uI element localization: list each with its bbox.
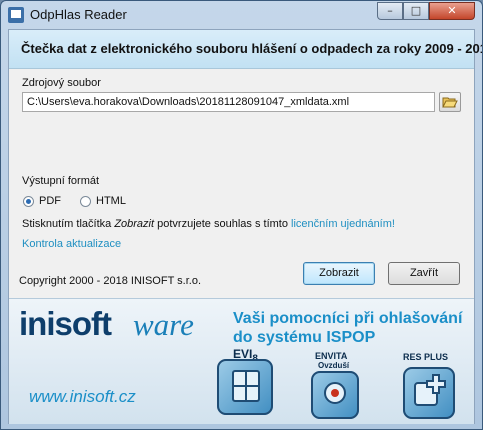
update-check-link[interactable]: Kontrola aktualizace bbox=[22, 238, 121, 250]
license-button-name: Zobrazit bbox=[114, 218, 155, 230]
title-bar[interactable]: OdpHlas Reader – □ ✕ bbox=[1, 1, 482, 29]
license-text: Stisknutím tlačítka Zobrazit potvrzujete… bbox=[22, 218, 395, 230]
window-title: OdpHlas Reader bbox=[30, 7, 127, 22]
app-window: OdpHlas Reader – □ ✕ Čtečka dat z elektr… bbox=[0, 0, 483, 430]
source-file-label: Zdrojový soubor bbox=[22, 77, 101, 89]
dialog-body: Čtečka dat z elektronického souboru hláš… bbox=[8, 29, 482, 424]
inisoft-logo-text: inisoft bbox=[19, 305, 112, 342]
resplus-label: RES PLUS bbox=[403, 352, 449, 362]
pdf-radio[interactable] bbox=[23, 196, 34, 207]
ware-logo-text: ware bbox=[133, 307, 194, 342]
slogan-line-1: Vaši pomocníci při ohlašování bbox=[233, 310, 463, 327]
envita-label: ENVITA bbox=[315, 351, 348, 361]
resplus-product-icon[interactable] bbox=[403, 367, 455, 419]
website-url[interactable]: www.inisoft.cz bbox=[29, 387, 136, 407]
envita-product-icon[interactable] bbox=[311, 371, 359, 419]
show-button[interactable]: Zobrazit bbox=[303, 262, 375, 285]
license-link[interactable]: licenčním ujednáním! bbox=[291, 218, 395, 230]
ovzdusi-label: Ovzduší bbox=[318, 361, 350, 370]
folder-open-icon bbox=[442, 97, 458, 108]
evi-grid-icon bbox=[232, 370, 260, 402]
header-title: Čtečka dat z elektronického souboru hláš… bbox=[21, 41, 483, 56]
output-format-label: Výstupní formát bbox=[22, 175, 100, 187]
slogan: Vaši pomocníci při ohlašování do systému… bbox=[233, 309, 462, 347]
close-button[interactable]: Zavřít bbox=[388, 262, 460, 285]
license-text-before: Stisknutím tlačítka bbox=[22, 218, 115, 230]
minimize-button[interactable]: – bbox=[377, 2, 403, 20]
pdf-label: PDF bbox=[39, 195, 61, 207]
html-label: HTML bbox=[96, 195, 126, 207]
evi8-product-icon[interactable] bbox=[217, 359, 273, 415]
browse-button[interactable] bbox=[439, 92, 461, 112]
copyright-text: Copyright 2000 - 2018 INISOFT s.r.o. bbox=[19, 275, 201, 287]
envita-icon bbox=[324, 382, 346, 404]
inisoft-banner: inisoft ware Vaši pomocníci při ohlašová… bbox=[9, 298, 474, 424]
html-radio[interactable] bbox=[80, 196, 91, 207]
app-icon bbox=[8, 7, 24, 23]
close-window-button[interactable]: ✕ bbox=[429, 2, 475, 20]
source-file-input[interactable]: C:\Users\eva.horakova\Downloads\20181128… bbox=[22, 92, 435, 112]
header-panel: Čtečka dat z elektronického souboru hláš… bbox=[9, 30, 482, 69]
plus-icon bbox=[414, 374, 446, 406]
maximize-button[interactable]: □ bbox=[403, 2, 429, 20]
license-text-after: potvrzujete souhlas s tímto bbox=[154, 218, 292, 230]
slogan-line-2: do systému ISPOP bbox=[233, 329, 376, 346]
